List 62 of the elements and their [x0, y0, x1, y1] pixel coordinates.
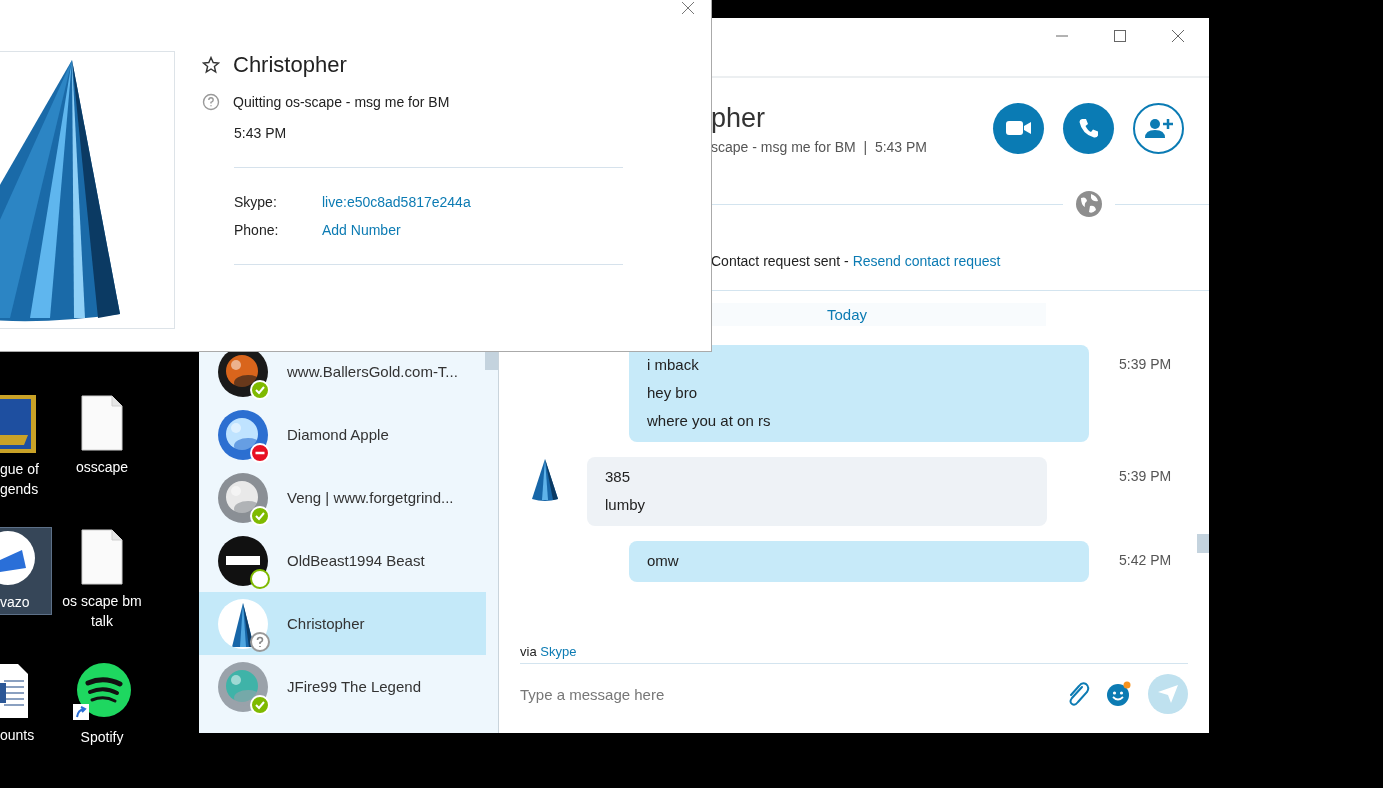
- field-label: Skype:: [234, 194, 277, 210]
- call-button[interactable]: [1063, 102, 1114, 154]
- message-text: hey bro: [647, 383, 699, 403]
- video-camera-icon: [1005, 119, 1032, 137]
- add-contact-button[interactable]: [1133, 102, 1184, 154]
- icon-label: osscape: [75, 458, 129, 477]
- add-number-link[interactable]: Add Number: [322, 222, 401, 238]
- send-icon: [1157, 684, 1179, 704]
- desktop-icon[interactable]: osscape: [52, 393, 152, 481]
- desktop-icon[interactable]: ounts: [0, 661, 52, 749]
- message-text: omw: [647, 551, 680, 571]
- question-icon: [202, 93, 220, 111]
- video-call-button[interactable]: [993, 102, 1044, 154]
- message-time: 5:39 PM: [1119, 467, 1172, 484]
- mood-message: scape - msg me for BM | 5:43 PM: [711, 139, 929, 155]
- icon-label: gue of gends: [0, 460, 39, 499]
- desktop-icon[interactable]: gue of gends: [0, 393, 52, 499]
- contact-item[interactable]: Christopher: [199, 592, 486, 655]
- document-icon: [81, 529, 123, 585]
- desktop-icon[interactable]: Spotify: [52, 661, 152, 749]
- maximize-icon: [1113, 29, 1127, 43]
- emoji-icon[interactable]: [1106, 681, 1132, 707]
- desktop-icon[interactable]: vazo: [0, 527, 52, 615]
- add-person-icon: [1144, 117, 1173, 139]
- scrollbar-thumb[interactable]: [1197, 534, 1209, 553]
- message-time: 5:42 PM: [1119, 551, 1172, 568]
- last-seen-time: 5:43 PM: [234, 125, 623, 168]
- message-text: i mback: [647, 355, 700, 375]
- phone-icon: [1077, 117, 1100, 139]
- close-icon: [1171, 29, 1185, 43]
- mood-message: Quitting os-scape - msg me for BM: [233, 94, 450, 110]
- icon-label: Spotify: [80, 728, 124, 747]
- skype-id-link[interactable]: live:e50c8ad5817e244a: [322, 194, 471, 210]
- resend-link[interactable]: Resend contact request: [852, 253, 1001, 269]
- desktop-icon[interactable]: os scape bm talk: [52, 527, 152, 631]
- icon-label: vazo: [0, 593, 30, 612]
- app-icon: [0, 530, 36, 586]
- contact-item[interactable]: Veng | www.forgetgrind...: [199, 466, 486, 529]
- game-icon: [0, 395, 36, 453]
- message-text: 385: [605, 467, 632, 487]
- document-icon: [0, 663, 28, 719]
- contact-item[interactable]: Diamond Apple: [199, 403, 486, 466]
- skype-link[interactable]: Skype: [540, 644, 577, 659]
- icon-label: ounts: [0, 726, 35, 745]
- contact-name: pher: [711, 102, 767, 135]
- close-icon: [681, 1, 695, 15]
- icon-label: os scape bm talk: [62, 592, 142, 631]
- paperclip-icon[interactable]: [1066, 681, 1090, 707]
- star-icon[interactable]: [202, 56, 220, 74]
- message-field[interactable]: Type a message here: [520, 685, 1050, 703]
- document-icon: [81, 395, 123, 451]
- via-text: via Skype: [519, 644, 578, 659]
- message-text: where you at on rs: [647, 411, 772, 431]
- message-time: 5:39 PM: [1119, 355, 1172, 372]
- contact-item[interactable]: JFire99 The Legend: [199, 655, 486, 718]
- message-text: lumby: [605, 495, 646, 515]
- contact-item[interactable]: OldBeast1994 Beast: [199, 529, 486, 592]
- profile-name: Christopher: [233, 51, 347, 79]
- field-label: Phone:: [234, 222, 279, 238]
- spotify-icon: [73, 663, 131, 721]
- close-button[interactable]: [679, 0, 697, 17]
- globe-icon: [1075, 190, 1103, 218]
